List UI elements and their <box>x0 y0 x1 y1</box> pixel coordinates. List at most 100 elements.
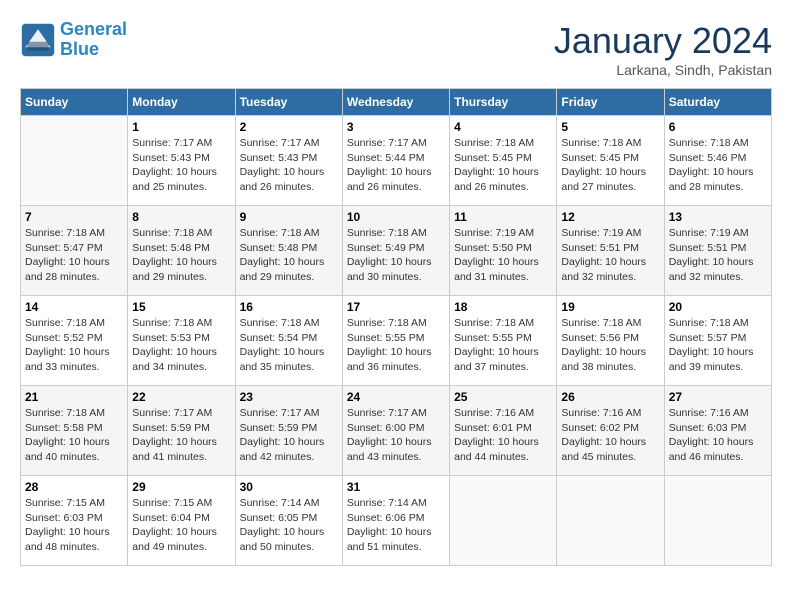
sunrise-text: Sunrise: 7:18 AM <box>132 226 230 241</box>
sunrise-text: Sunrise: 7:18 AM <box>25 316 123 331</box>
calendar-cell: 30 Sunrise: 7:14 AM Sunset: 6:05 PM Dayl… <box>235 476 342 566</box>
calendar-cell <box>664 476 771 566</box>
calendar-cell: 2 Sunrise: 7:17 AM Sunset: 5:43 PM Dayli… <box>235 116 342 206</box>
calendar-cell: 20 Sunrise: 7:18 AM Sunset: 5:57 PM Dayl… <box>664 296 771 386</box>
daylight-text: Daylight: 10 hours and 26 minutes. <box>454 165 552 194</box>
day-info: Sunrise: 7:18 AM Sunset: 5:48 PM Dayligh… <box>240 226 338 285</box>
day-info: Sunrise: 7:15 AM Sunset: 6:04 PM Dayligh… <box>132 496 230 555</box>
day-info: Sunrise: 7:18 AM Sunset: 5:47 PM Dayligh… <box>25 226 123 285</box>
logo-line1: General <box>60 19 127 39</box>
calendar-cell: 8 Sunrise: 7:18 AM Sunset: 5:48 PM Dayli… <box>128 206 235 296</box>
daylight-text: Daylight: 10 hours and 26 minutes. <box>347 165 445 194</box>
daylight-text: Daylight: 10 hours and 41 minutes. <box>132 435 230 464</box>
day-info: Sunrise: 7:15 AM Sunset: 6:03 PM Dayligh… <box>25 496 123 555</box>
sunrise-text: Sunrise: 7:17 AM <box>347 406 445 421</box>
sunrise-text: Sunrise: 7:17 AM <box>132 406 230 421</box>
sunset-text: Sunset: 6:03 PM <box>25 511 123 526</box>
day-info: Sunrise: 7:14 AM Sunset: 6:05 PM Dayligh… <box>240 496 338 555</box>
sunrise-text: Sunrise: 7:15 AM <box>132 496 230 511</box>
calendar-cell: 25 Sunrise: 7:16 AM Sunset: 6:01 PM Dayl… <box>450 386 557 476</box>
day-number: 15 <box>132 300 230 314</box>
calendar-table: SundayMondayTuesdayWednesdayThursdayFrid… <box>20 88 772 566</box>
month-year: January 2024 <box>554 20 772 62</box>
day-number: 13 <box>669 210 767 224</box>
day-info: Sunrise: 7:18 AM Sunset: 5:46 PM Dayligh… <box>669 136 767 195</box>
sunset-text: Sunset: 6:04 PM <box>132 511 230 526</box>
day-info: Sunrise: 7:14 AM Sunset: 6:06 PM Dayligh… <box>347 496 445 555</box>
calendar-cell: 10 Sunrise: 7:18 AM Sunset: 5:49 PM Dayl… <box>342 206 449 296</box>
sunrise-text: Sunrise: 7:18 AM <box>561 316 659 331</box>
day-info: Sunrise: 7:18 AM Sunset: 5:45 PM Dayligh… <box>561 136 659 195</box>
day-info: Sunrise: 7:17 AM Sunset: 5:59 PM Dayligh… <box>240 406 338 465</box>
day-number: 6 <box>669 120 767 134</box>
day-number: 24 <box>347 390 445 404</box>
day-number: 19 <box>561 300 659 314</box>
sunrise-text: Sunrise: 7:18 AM <box>669 316 767 331</box>
day-info: Sunrise: 7:18 AM Sunset: 5:55 PM Dayligh… <box>454 316 552 375</box>
day-number: 9 <box>240 210 338 224</box>
calendar-cell: 18 Sunrise: 7:18 AM Sunset: 5:55 PM Dayl… <box>450 296 557 386</box>
sunset-text: Sunset: 5:51 PM <box>669 241 767 256</box>
day-number: 14 <box>25 300 123 314</box>
sunrise-text: Sunrise: 7:18 AM <box>347 316 445 331</box>
sunrise-text: Sunrise: 7:19 AM <box>669 226 767 241</box>
calendar-cell: 19 Sunrise: 7:18 AM Sunset: 5:56 PM Dayl… <box>557 296 664 386</box>
day-number: 11 <box>454 210 552 224</box>
weekday-header-monday: Monday <box>128 89 235 116</box>
weekday-header-tuesday: Tuesday <box>235 89 342 116</box>
calendar-cell: 14 Sunrise: 7:18 AM Sunset: 5:52 PM Dayl… <box>21 296 128 386</box>
calendar-cell: 12 Sunrise: 7:19 AM Sunset: 5:51 PM Dayl… <box>557 206 664 296</box>
calendar-cell: 28 Sunrise: 7:15 AM Sunset: 6:03 PM Dayl… <box>21 476 128 566</box>
sunset-text: Sunset: 5:45 PM <box>454 151 552 166</box>
daylight-text: Daylight: 10 hours and 25 minutes. <box>132 165 230 194</box>
sunrise-text: Sunrise: 7:18 AM <box>454 316 552 331</box>
sunrise-text: Sunrise: 7:14 AM <box>347 496 445 511</box>
sunrise-text: Sunrise: 7:18 AM <box>669 136 767 151</box>
calendar-cell: 9 Sunrise: 7:18 AM Sunset: 5:48 PM Dayli… <box>235 206 342 296</box>
day-info: Sunrise: 7:19 AM Sunset: 5:51 PM Dayligh… <box>669 226 767 285</box>
sunset-text: Sunset: 5:43 PM <box>240 151 338 166</box>
daylight-text: Daylight: 10 hours and 28 minutes. <box>25 255 123 284</box>
calendar-cell: 27 Sunrise: 7:16 AM Sunset: 6:03 PM Dayl… <box>664 386 771 476</box>
day-number: 17 <box>347 300 445 314</box>
day-info: Sunrise: 7:19 AM Sunset: 5:50 PM Dayligh… <box>454 226 552 285</box>
day-number: 18 <box>454 300 552 314</box>
calendar-cell: 21 Sunrise: 7:18 AM Sunset: 5:58 PM Dayl… <box>21 386 128 476</box>
sunset-text: Sunset: 5:59 PM <box>240 421 338 436</box>
weekday-header-row: SundayMondayTuesdayWednesdayThursdayFrid… <box>21 89 772 116</box>
daylight-text: Daylight: 10 hours and 34 minutes. <box>132 345 230 374</box>
day-info: Sunrise: 7:18 AM Sunset: 5:45 PM Dayligh… <box>454 136 552 195</box>
daylight-text: Daylight: 10 hours and 29 minutes. <box>132 255 230 284</box>
day-info: Sunrise: 7:18 AM Sunset: 5:52 PM Dayligh… <box>25 316 123 375</box>
day-info: Sunrise: 7:19 AM Sunset: 5:51 PM Dayligh… <box>561 226 659 285</box>
calendar-cell: 1 Sunrise: 7:17 AM Sunset: 5:43 PM Dayli… <box>128 116 235 206</box>
calendar-cell: 26 Sunrise: 7:16 AM Sunset: 6:02 PM Dayl… <box>557 386 664 476</box>
day-info: Sunrise: 7:16 AM Sunset: 6:03 PM Dayligh… <box>669 406 767 465</box>
daylight-text: Daylight: 10 hours and 50 minutes. <box>240 525 338 554</box>
sunrise-text: Sunrise: 7:14 AM <box>240 496 338 511</box>
daylight-text: Daylight: 10 hours and 48 minutes. <box>25 525 123 554</box>
sunset-text: Sunset: 5:46 PM <box>669 151 767 166</box>
logo-text: General Blue <box>60 20 127 60</box>
daylight-text: Daylight: 10 hours and 39 minutes. <box>669 345 767 374</box>
sunset-text: Sunset: 5:56 PM <box>561 331 659 346</box>
calendar-cell: 23 Sunrise: 7:17 AM Sunset: 5:59 PM Dayl… <box>235 386 342 476</box>
weekday-header-friday: Friday <box>557 89 664 116</box>
day-info: Sunrise: 7:18 AM Sunset: 5:58 PM Dayligh… <box>25 406 123 465</box>
calendar-week-4: 21 Sunrise: 7:18 AM Sunset: 5:58 PM Dayl… <box>21 386 772 476</box>
day-number: 10 <box>347 210 445 224</box>
sunrise-text: Sunrise: 7:18 AM <box>132 316 230 331</box>
calendar-week-5: 28 Sunrise: 7:15 AM Sunset: 6:03 PM Dayl… <box>21 476 772 566</box>
calendar-cell: 6 Sunrise: 7:18 AM Sunset: 5:46 PM Dayli… <box>664 116 771 206</box>
sunrise-text: Sunrise: 7:18 AM <box>25 406 123 421</box>
daylight-text: Daylight: 10 hours and 26 minutes. <box>240 165 338 194</box>
daylight-text: Daylight: 10 hours and 37 minutes. <box>454 345 552 374</box>
sunset-text: Sunset: 5:53 PM <box>132 331 230 346</box>
daylight-text: Daylight: 10 hours and 46 minutes. <box>669 435 767 464</box>
weekday-header-sunday: Sunday <box>21 89 128 116</box>
calendar-cell: 11 Sunrise: 7:19 AM Sunset: 5:50 PM Dayl… <box>450 206 557 296</box>
day-number: 7 <box>25 210 123 224</box>
sunrise-text: Sunrise: 7:16 AM <box>669 406 767 421</box>
calendar-cell: 22 Sunrise: 7:17 AM Sunset: 5:59 PM Dayl… <box>128 386 235 476</box>
sunset-text: Sunset: 5:59 PM <box>132 421 230 436</box>
